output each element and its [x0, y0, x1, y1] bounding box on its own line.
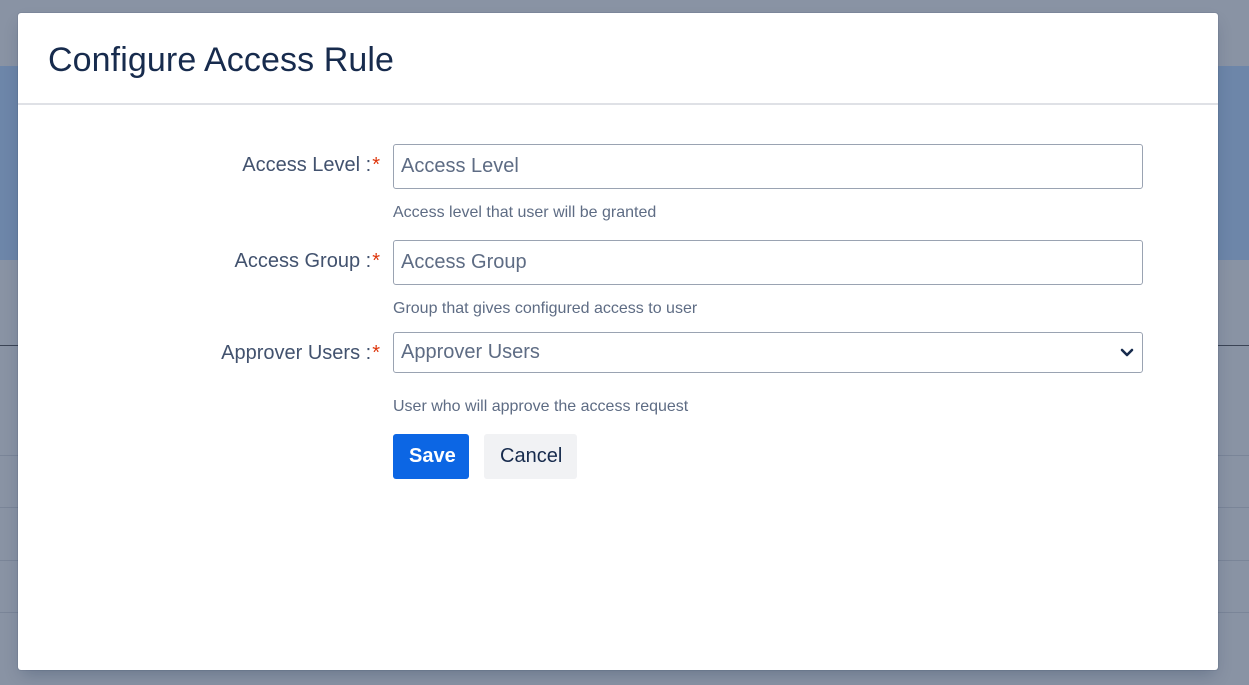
chevron-down-icon: [1119, 345, 1135, 361]
approver-users-label-text: Approver Users :: [221, 342, 372, 364]
form-actions: Save Cancel: [393, 434, 577, 479]
access-group-label-text: Access Group :: [234, 250, 372, 272]
required-marker: *: [372, 154, 380, 176]
approver-users-select[interactable]: Approver Users: [393, 332, 1143, 373]
access-group-label: Access Group :*: [234, 250, 380, 273]
access-rule-form: Access Level :* Access level that user w…: [18, 144, 1218, 479]
access-level-row: Access Level :* Access level that user w…: [18, 144, 1218, 240]
approver-users-label: Approver Users :*: [221, 342, 380, 365]
access-group-row: Access Group :* Group that gives configu…: [18, 240, 1218, 336]
required-marker: *: [372, 250, 380, 272]
access-level-input[interactable]: [393, 144, 1143, 189]
dialog-header: Configure Access Rule: [18, 13, 1218, 105]
configure-access-rule-dialog: Configure Access Rule Access Level :* Ac…: [18, 13, 1218, 670]
save-button[interactable]: Save: [393, 434, 469, 479]
access-level-label: Access Level :*: [242, 154, 380, 177]
approver-users-placeholder: Approver Users: [401, 341, 540, 363]
approver-users-help: User who will approve the access request: [393, 398, 689, 415]
access-level-help: Access level that user will be granted: [393, 204, 657, 221]
access-group-help: Group that gives configured access to us…: [393, 300, 698, 317]
cancel-button[interactable]: Cancel: [484, 434, 577, 479]
required-marker: *: [372, 342, 380, 364]
access-level-label-text: Access Level :: [242, 154, 372, 176]
approver-users-row: Approver Users :* Approver Users User wh…: [18, 332, 1218, 432]
dialog-title: Configure Access Rule: [48, 41, 395, 79]
access-group-input[interactable]: [393, 240, 1143, 285]
